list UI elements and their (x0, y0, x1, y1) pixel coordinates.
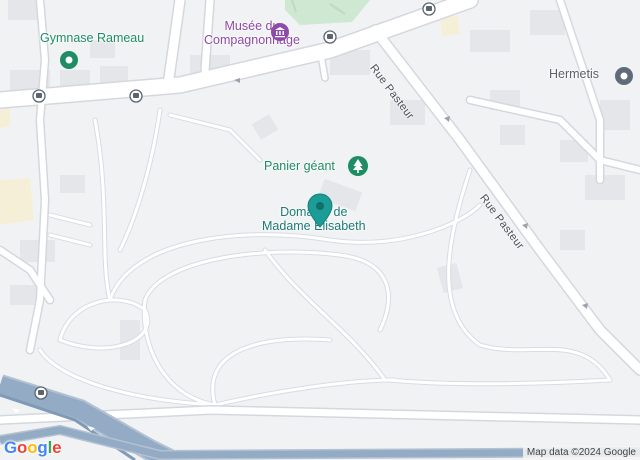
map-attribution[interactable]: Map data ©2024 Google (522, 446, 640, 460)
poi-name: Hermetis (549, 67, 600, 81)
google-logo: Google (4, 438, 62, 457)
tree-icon[interactable] (347, 155, 369, 177)
poi-name: Panier géant (264, 159, 335, 173)
landmark-pin-icon[interactable] (59, 50, 79, 74)
shop-icon[interactable] (614, 66, 634, 86)
location-pin-icon[interactable] (307, 193, 333, 229)
map-view[interactable]: Gymnase Rameau Musée du Compagnonnage He… (0, 0, 640, 460)
poi-gymnase-label[interactable]: Gymnase Rameau (40, 31, 144, 45)
museum-icon[interactable] (270, 22, 290, 42)
poi-panier-label[interactable]: Panier géant (264, 159, 335, 173)
poi-hermetis-label[interactable]: Hermetis (549, 67, 599, 81)
poi-name: Gymnase Rameau (40, 31, 145, 45)
